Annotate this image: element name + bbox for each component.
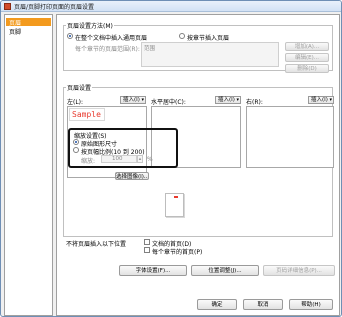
preview-header-mark [174, 196, 178, 198]
sample-image[interactable]: Sample [69, 108, 105, 121]
header-method-title: 页眉设置方法(M) [66, 21, 114, 30]
window-title: 页眉/页脚打印页面的页眉设置 [14, 4, 95, 11]
range-label: 每个章节的页眉范围(R): [75, 46, 140, 53]
app-icon [4, 3, 11, 10]
right-header-editor[interactable] [246, 106, 334, 168]
title-bar: 页眉/页脚打印页面的页眉设置 [1, 1, 341, 12]
dialog-window: 页眉/页脚打印页面的页眉设置 页眉 页脚 页眉设置方法(M) 在整个文档中插入通… [0, 0, 342, 317]
scale-value: 100 [112, 156, 123, 162]
left-insert-label: 插入(I) [123, 97, 140, 103]
range-placeholder: 范围 [144, 46, 156, 52]
select-image-button[interactable]: 选择图像(I)... [115, 172, 149, 180]
header-settings-title: 页眉设置 [66, 83, 93, 92]
chevron-down-icon: ▾ [141, 97, 144, 103]
radio-page-width[interactable] [73, 147, 79, 153]
nav-item-header[interactable]: 页眉 [6, 18, 51, 27]
radio-chapter-header[interactable] [179, 33, 185, 39]
radio-original-size[interactable] [73, 139, 79, 145]
radio-common-header[interactable] [67, 33, 73, 39]
center-label: 水平居中(C): [151, 99, 186, 106]
position-adjust-button[interactable]: 位置调整(J)... [191, 265, 259, 276]
chapter-page-checkbox[interactable] [144, 247, 150, 253]
radio-common-header-label: 在整个文档中插入通用页眉 [75, 35, 148, 42]
scale-label: 缩放: [81, 158, 96, 165]
right-insert-dropdown[interactable]: 插入(I) ▾ [308, 96, 334, 104]
range-list[interactable]: 范围 [141, 42, 279, 67]
cancel-button[interactable]: 取消 [243, 299, 283, 310]
font-settings-button[interactable]: 字体设置(F)... [119, 265, 187, 276]
radio-chapter-header-label: 按章节插入页眉 [187, 35, 230, 42]
right-insert-label: 插入(I) [311, 97, 328, 103]
nav-list[interactable]: 页眉 页脚 [4, 14, 53, 316]
ok-button[interactable]: 确定 [197, 299, 237, 310]
center-insert-dropdown[interactable]: 插入(I) ▾ [215, 96, 241, 104]
scale-unit: % [147, 156, 153, 163]
page-number-detail-button[interactable]: 页码详细信息(P)... [263, 265, 335, 276]
left-label: 左(L): [67, 99, 84, 106]
delete-range-button[interactable]: 删除(D) [285, 64, 329, 73]
help-button[interactable]: 帮助(H) [289, 299, 333, 310]
add-range-button[interactable]: 增加(A)... [285, 42, 329, 51]
scale-spinner[interactable]: ▴ [137, 155, 143, 163]
nav-item-footer[interactable]: 页脚 [6, 27, 51, 36]
edit-range-button[interactable]: 编辑(E)... [285, 53, 329, 62]
scale-input[interactable]: 100 [101, 155, 137, 163]
chevron-down-icon: ▾ [329, 97, 332, 103]
no-header-title: 不将页眉插入以下位置 [66, 241, 127, 248]
page-preview [165, 193, 184, 217]
chevron-down-icon: ▾ [236, 97, 239, 103]
cover-page-checkbox[interactable] [144, 239, 150, 245]
content-pane: 页眉设置方法(M) 在整个文档中插入通用页眉 按章节插入页眉 每个章节的页眉范围… [56, 14, 340, 316]
left-insert-dropdown[interactable]: 插入(I) ▾ [120, 96, 146, 104]
center-insert-label: 插入(I) [218, 97, 235, 103]
chapter-page-label: 每个章节的首页(P) [152, 249, 203, 256]
right-label: 右(R): [246, 99, 263, 106]
